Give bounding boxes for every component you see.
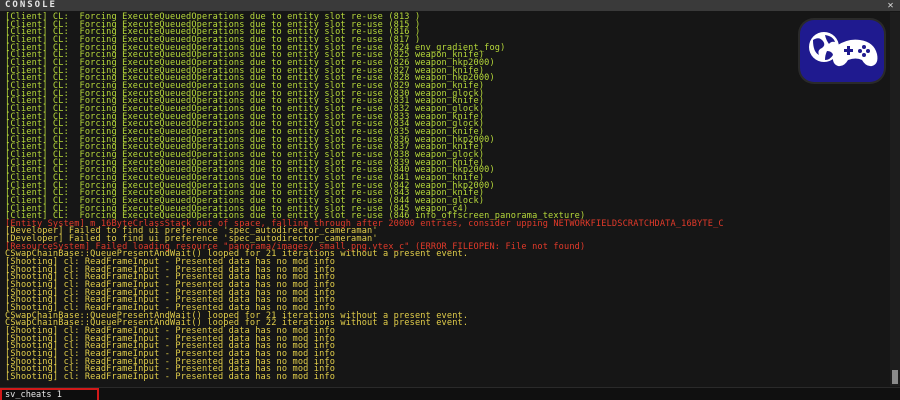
console-title: CONSOLE [5,0,57,10]
close-icon[interactable]: ✕ [885,0,896,11]
console-titlebar: CONSOLE ✕ [0,0,900,11]
console-log: [Client] CL: Forcing ExecuteQueuedOperat… [0,12,888,386]
log-line: [Shooting] cl: ReadFrameInput - Presente… [5,372,336,383]
globe-gamepad-logo-icon [800,20,884,82]
console-window: CONSOLE ✕ [Client] CL: Forcing ExecuteQu… [0,0,900,400]
scrollbar-thumb[interactable] [892,370,898,384]
command-input[interactable] [0,388,99,400]
console-scrollbar[interactable] [890,12,900,386]
console-input-bar [0,387,900,400]
